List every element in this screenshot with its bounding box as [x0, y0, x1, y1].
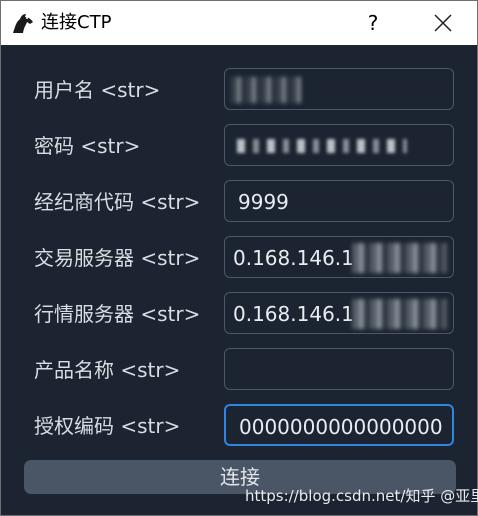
form-row-auth-code: 授权编码 <str> 0000000000000000	[1, 404, 477, 448]
market-server-input[interactable]: 0.168.146.187	[224, 292, 454, 334]
broker-id-label: 经纪商代码 <str>	[34, 190, 201, 214]
window-title: 连接CTP	[41, 12, 112, 33]
help-button[interactable]: ?	[353, 1, 393, 45]
form-row-broker-id: 经纪商代码 <str> 9999	[1, 180, 477, 224]
form-row-username: 用户名 <str>	[1, 68, 477, 112]
redacted-value	[352, 243, 447, 273]
username-label: 用户名 <str>	[34, 78, 161, 102]
close-icon	[434, 14, 452, 32]
product-name-input[interactable]	[224, 348, 454, 390]
trade-server-input[interactable]: 0.168.146.187	[224, 236, 454, 278]
auth-code-label: 授权编码 <str>	[34, 414, 181, 438]
form-row-market-server: 行情服务器 <str> 0.168.146.187	[1, 292, 477, 336]
password-input[interactable]	[224, 124, 454, 166]
title-bar: 连接CTP ?	[1, 1, 477, 45]
horse-head-icon	[11, 13, 35, 35]
broker-id-value: 9999	[238, 190, 289, 214]
close-button[interactable]	[421, 1, 465, 45]
form-row-password: 密码 <str>	[1, 124, 477, 168]
connect-ctp-dialog: 连接CTP ? 用户名 <str> 密码 <str> 经纪商代码 <str> 9…	[0, 0, 478, 516]
watermark: https://blog.csdn.net/知乎 @亚里	[245, 487, 478, 505]
password-label: 密码 <str>	[34, 134, 141, 158]
redacted-value	[352, 299, 447, 329]
broker-id-input[interactable]: 9999	[224, 180, 454, 222]
redacted-value	[237, 139, 407, 153]
market-server-label: 行情服务器 <str>	[34, 302, 201, 326]
redacted-value	[231, 77, 301, 103]
form-row-product-name: 产品名称 <str>	[1, 348, 477, 392]
product-name-label: 产品名称 <str>	[34, 358, 181, 382]
username-input[interactable]	[224, 68, 454, 110]
auth-code-value: 0000000000000000	[239, 415, 443, 439]
form-row-trade-server: 交易服务器 <str> 0.168.146.187	[1, 236, 477, 280]
trade-server-label: 交易服务器 <str>	[34, 246, 201, 270]
auth-code-input[interactable]: 0000000000000000	[224, 404, 454, 446]
